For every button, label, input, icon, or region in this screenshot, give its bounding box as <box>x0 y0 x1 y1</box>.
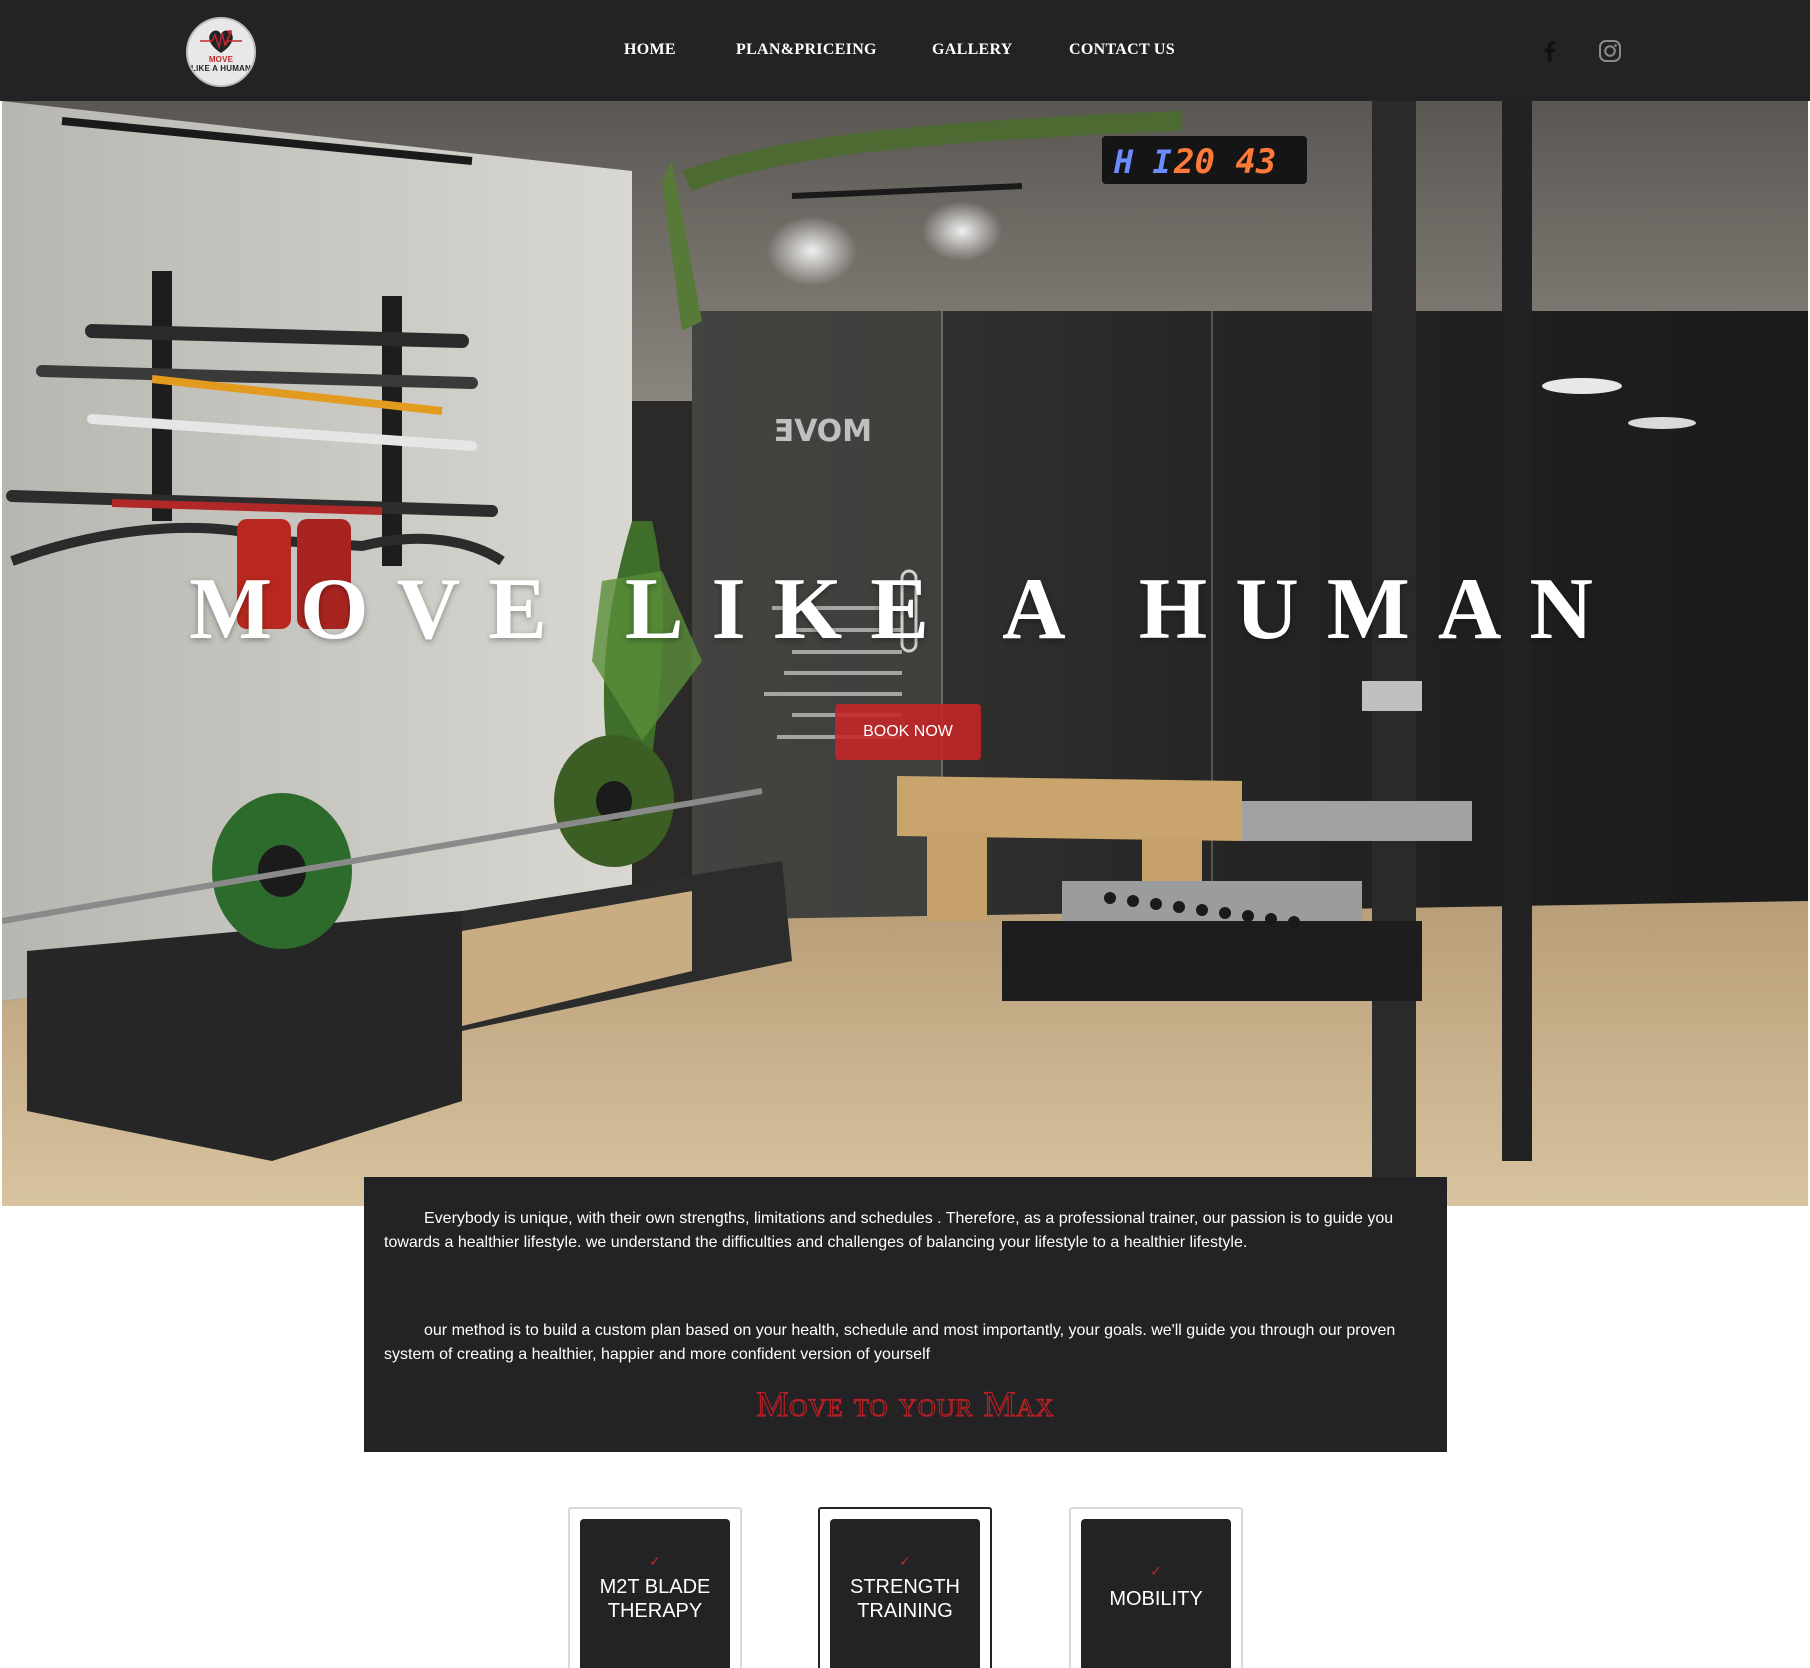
service-card-mobility[interactable]: ✓ MOBILITY <box>1069 1507 1243 1668</box>
logo-text-like-a-human: LIKE A HUMAN <box>190 64 252 73</box>
svg-text:H I: H I <box>1113 143 1172 181</box>
about-paragraph-2: our method is to build a custom plan bas… <box>384 1322 1396 1363</box>
service-card-body: ✓ M2T BLADE THERAPY <box>580 1519 730 1668</box>
service-card-body: ✓ MOBILITY <box>1081 1519 1231 1668</box>
service-card-strength-training[interactable]: ✓ STRENGTH TRAINING <box>818 1507 992 1668</box>
service-label-line2: THERAPY <box>607 1600 703 1622</box>
service-card-body: ✓ STRENGTH TRAINING <box>830 1519 980 1668</box>
service-card-m2t-blade-therapy[interactable]: ✓ M2T BLADE THERAPY <box>568 1507 742 1668</box>
logo-text-move: MOVE <box>208 55 234 64</box>
about-paragraph-1: Everybody is unique, with their own stre… <box>384 1210 1394 1251</box>
top-navigation-bar: MOVE LIKE A HUMAN HOME PLAN&PRICEING GAL… <box>0 0 1810 101</box>
checkmark-icon: ✓ <box>899 1553 911 1569</box>
nav-item-contact-us[interactable]: CONTACT US <box>1069 41 1175 59</box>
service-label-line1: MOBILITY <box>1109 1588 1203 1610</box>
nav-item-plan-pricing[interactable]: PLAN&PRICEING <box>736 41 877 59</box>
hero-banner: H I 20 43 MOVE MOVE LIKE A HUMAN BOOK NO… <box>2 101 1808 1206</box>
svg-text:MOVE: MOVE <box>774 414 872 449</box>
about-section: Everybody is unique, with their own stre… <box>364 1177 1447 1452</box>
checkmark-icon: ✓ <box>649 1553 661 1569</box>
book-now-button[interactable]: BOOK NOW <box>835 704 981 760</box>
nav-item-gallery[interactable]: GALLERY <box>932 41 1013 59</box>
service-label-line1: STRENGTH <box>850 1576 960 1598</box>
heart-logo-icon <box>200 30 242 53</box>
instagram-icon[interactable] <box>1597 38 1623 64</box>
nav-item-home[interactable]: HOME <box>624 41 676 59</box>
service-label-line1: M2T BLADE <box>599 1576 711 1598</box>
checkmark-icon: ✓ <box>1150 1563 1162 1579</box>
site-logo[interactable]: MOVE LIKE A HUMAN <box>186 17 256 87</box>
motto-heading: Move to your Max <box>756 1383 1055 1424</box>
service-label-line2: TRAINING <box>857 1600 953 1622</box>
facebook-icon[interactable] <box>1537 38 1563 64</box>
hero-title: MOVE LIKE A HUMAN <box>189 561 1621 658</box>
svg-text:20 43: 20 43 <box>1173 142 1276 182</box>
